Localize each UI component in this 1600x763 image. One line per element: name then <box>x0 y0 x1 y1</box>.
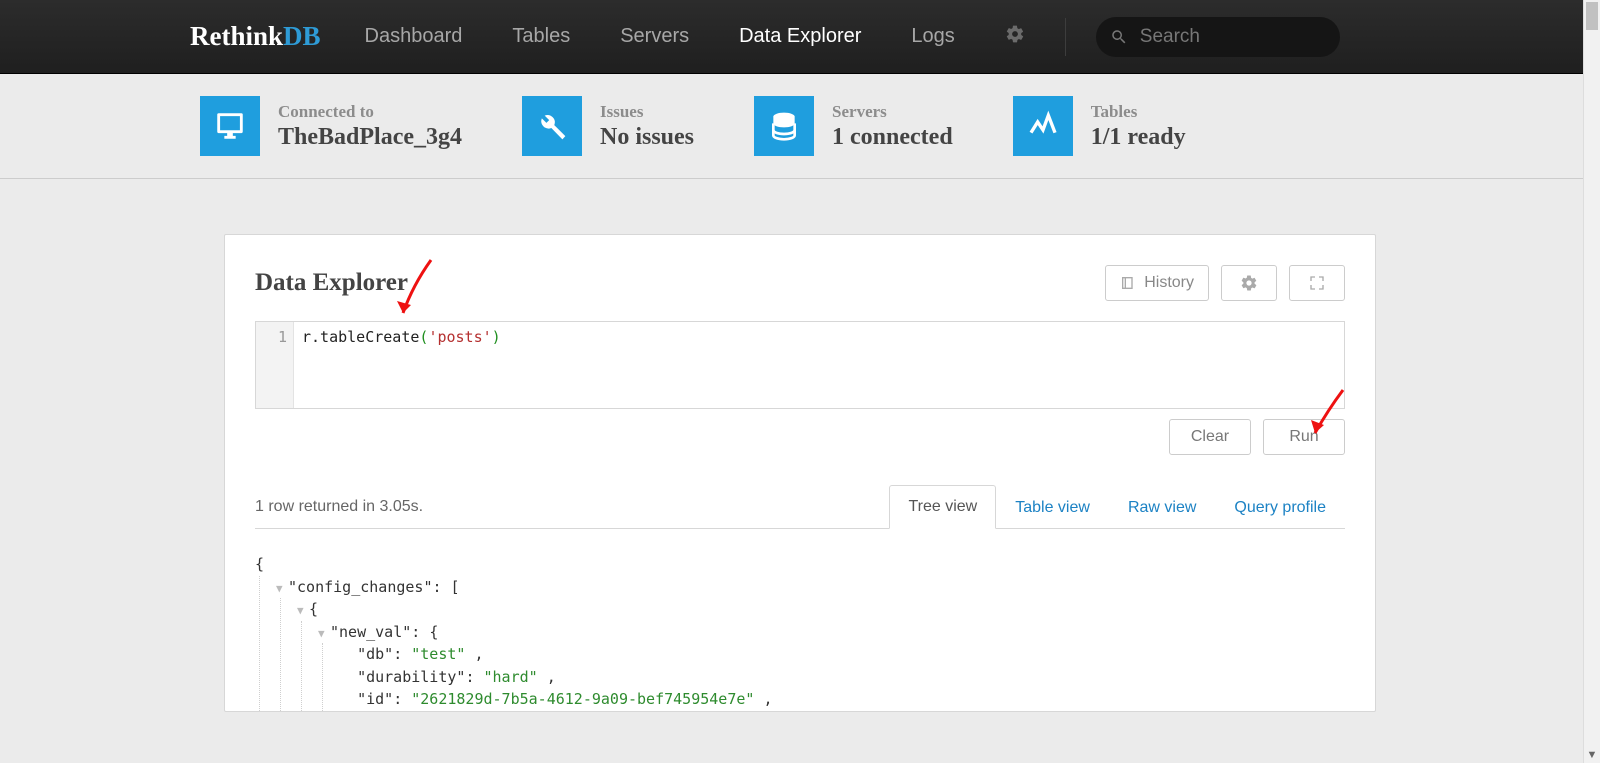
logo-suffix: DB <box>283 21 321 51</box>
key-config-changes: "config_changes" <box>288 578 433 596</box>
database-icon <box>754 96 814 156</box>
run-button[interactable]: Run <box>1263 419 1345 455</box>
search-input[interactable] <box>1138 25 1326 49</box>
results-header: 1 row returned in 3.05s. Tree view Table… <box>255 485 1345 529</box>
gear-icon <box>1240 274 1258 292</box>
code-string: 'posts' <box>428 328 491 346</box>
result-tree: { ▼"config_changes": [ ▼{ ▼"new_val": { … <box>255 529 1345 711</box>
status-servers-value: 1 connected <box>832 124 953 151</box>
code-fn: r.tableCreate <box>302 328 419 346</box>
tab-tree-view[interactable]: Tree view <box>889 485 996 529</box>
open-brace: : { <box>411 623 438 641</box>
query-editor[interactable]: 1 r.tableCreate('posts') <box>255 321 1345 409</box>
nav-divider <box>1065 18 1066 56</box>
status-servers-label: Servers <box>832 102 953 122</box>
page-scrollbar[interactable]: ▼ <box>1583 0 1600 763</box>
gear-icon <box>1005 24 1025 44</box>
nav-item-dashboard[interactable]: Dashboard <box>365 25 463 48</box>
status-issues-value: No issues <box>600 124 694 151</box>
history-button[interactable]: History <box>1105 265 1209 301</box>
fullscreen-button[interactable] <box>1289 265 1345 301</box>
status-tables: Tables 1/1 ready <box>1013 96 1186 156</box>
code-close: ) <box>492 328 501 346</box>
fullscreen-icon <box>1309 275 1325 291</box>
status-tables-value: 1/1 ready <box>1091 124 1186 151</box>
scrollbar-thumb[interactable] <box>1586 2 1598 30</box>
activity-icon <box>1013 96 1073 156</box>
val-db: "test" <box>411 645 465 663</box>
data-explorer-panel: Data Explorer History 1 r.tableCreate('p… <box>224 234 1376 712</box>
line-number: 1 <box>256 328 287 346</box>
scroll-down-icon[interactable]: ▼ <box>1584 749 1600 761</box>
caret-icon[interactable]: ▼ <box>318 626 330 643</box>
status-issues-label: Issues <box>600 102 694 122</box>
nav-item-logs[interactable]: Logs <box>911 25 954 48</box>
comma: , <box>754 690 772 708</box>
wrench-icon <box>522 96 582 156</box>
tab-query-profile[interactable]: Query profile <box>1215 486 1345 529</box>
status-connected-label: Connected to <box>278 102 462 122</box>
monitor-icon <box>200 96 260 156</box>
status-tables-label: Tables <box>1091 102 1186 122</box>
status-bar: Connected to TheBadPlace_3g4 Issues No i… <box>0 74 1600 179</box>
status-connected-value: TheBadPlace_3g4 <box>278 124 462 151</box>
inner-brace: { <box>309 600 318 618</box>
tree-brace: { <box>255 553 1345 576</box>
editor-gutter: 1 <box>256 322 294 408</box>
result-tabs: Tree view Table view Raw view Query prof… <box>889 485 1345 528</box>
editor-actions: Clear Run <box>255 419 1345 455</box>
search-box[interactable] <box>1096 17 1340 57</box>
tab-raw-view[interactable]: Raw view <box>1109 486 1215 529</box>
key-id: "id" <box>357 690 393 708</box>
clear-button[interactable]: Clear <box>1169 419 1251 455</box>
history-icon <box>1120 275 1136 291</box>
key-new-val: "new_val" <box>330 623 411 641</box>
open-bracket: : [ <box>433 578 460 596</box>
editor-toolbar: History <box>1105 265 1345 301</box>
caret-icon[interactable]: ▼ <box>297 603 309 620</box>
key-durability: "durability" <box>357 668 465 686</box>
logo-prefix: Rethink <box>190 21 283 51</box>
caret-icon[interactable]: ▼ <box>276 581 288 598</box>
search-icon <box>1110 28 1128 46</box>
status-issues: Issues No issues <box>522 96 694 156</box>
val-id: "2621829d-7b5a-4612-9a09-bef745954e7e" <box>411 690 754 708</box>
key-db: "db" <box>357 645 393 663</box>
tab-table-view[interactable]: Table view <box>996 486 1109 529</box>
val-durability: "hard" <box>484 668 538 686</box>
logo[interactable]: RethinkDB <box>190 21 321 52</box>
status-connected: Connected to TheBadPlace_3g4 <box>200 96 462 156</box>
settings-button[interactable] <box>1005 24 1025 50</box>
nav-item-servers[interactable]: Servers <box>620 25 689 48</box>
nav-item-data-explorer[interactable]: Data Explorer <box>739 25 861 48</box>
result-status: 1 row returned in 3.05s. <box>255 498 423 528</box>
comma: , <box>538 668 556 686</box>
status-servers: Servers 1 connected <box>754 96 953 156</box>
editor-code[interactable]: r.tableCreate('posts') <box>294 322 1344 408</box>
panel-title: Data Explorer <box>255 269 408 297</box>
comma: , <box>465 645 483 663</box>
top-nav: RethinkDB Dashboard Tables Servers Data … <box>0 0 1600 74</box>
options-button[interactable] <box>1221 265 1277 301</box>
history-label: History <box>1144 274 1194 292</box>
nav-item-tables[interactable]: Tables <box>512 25 570 48</box>
